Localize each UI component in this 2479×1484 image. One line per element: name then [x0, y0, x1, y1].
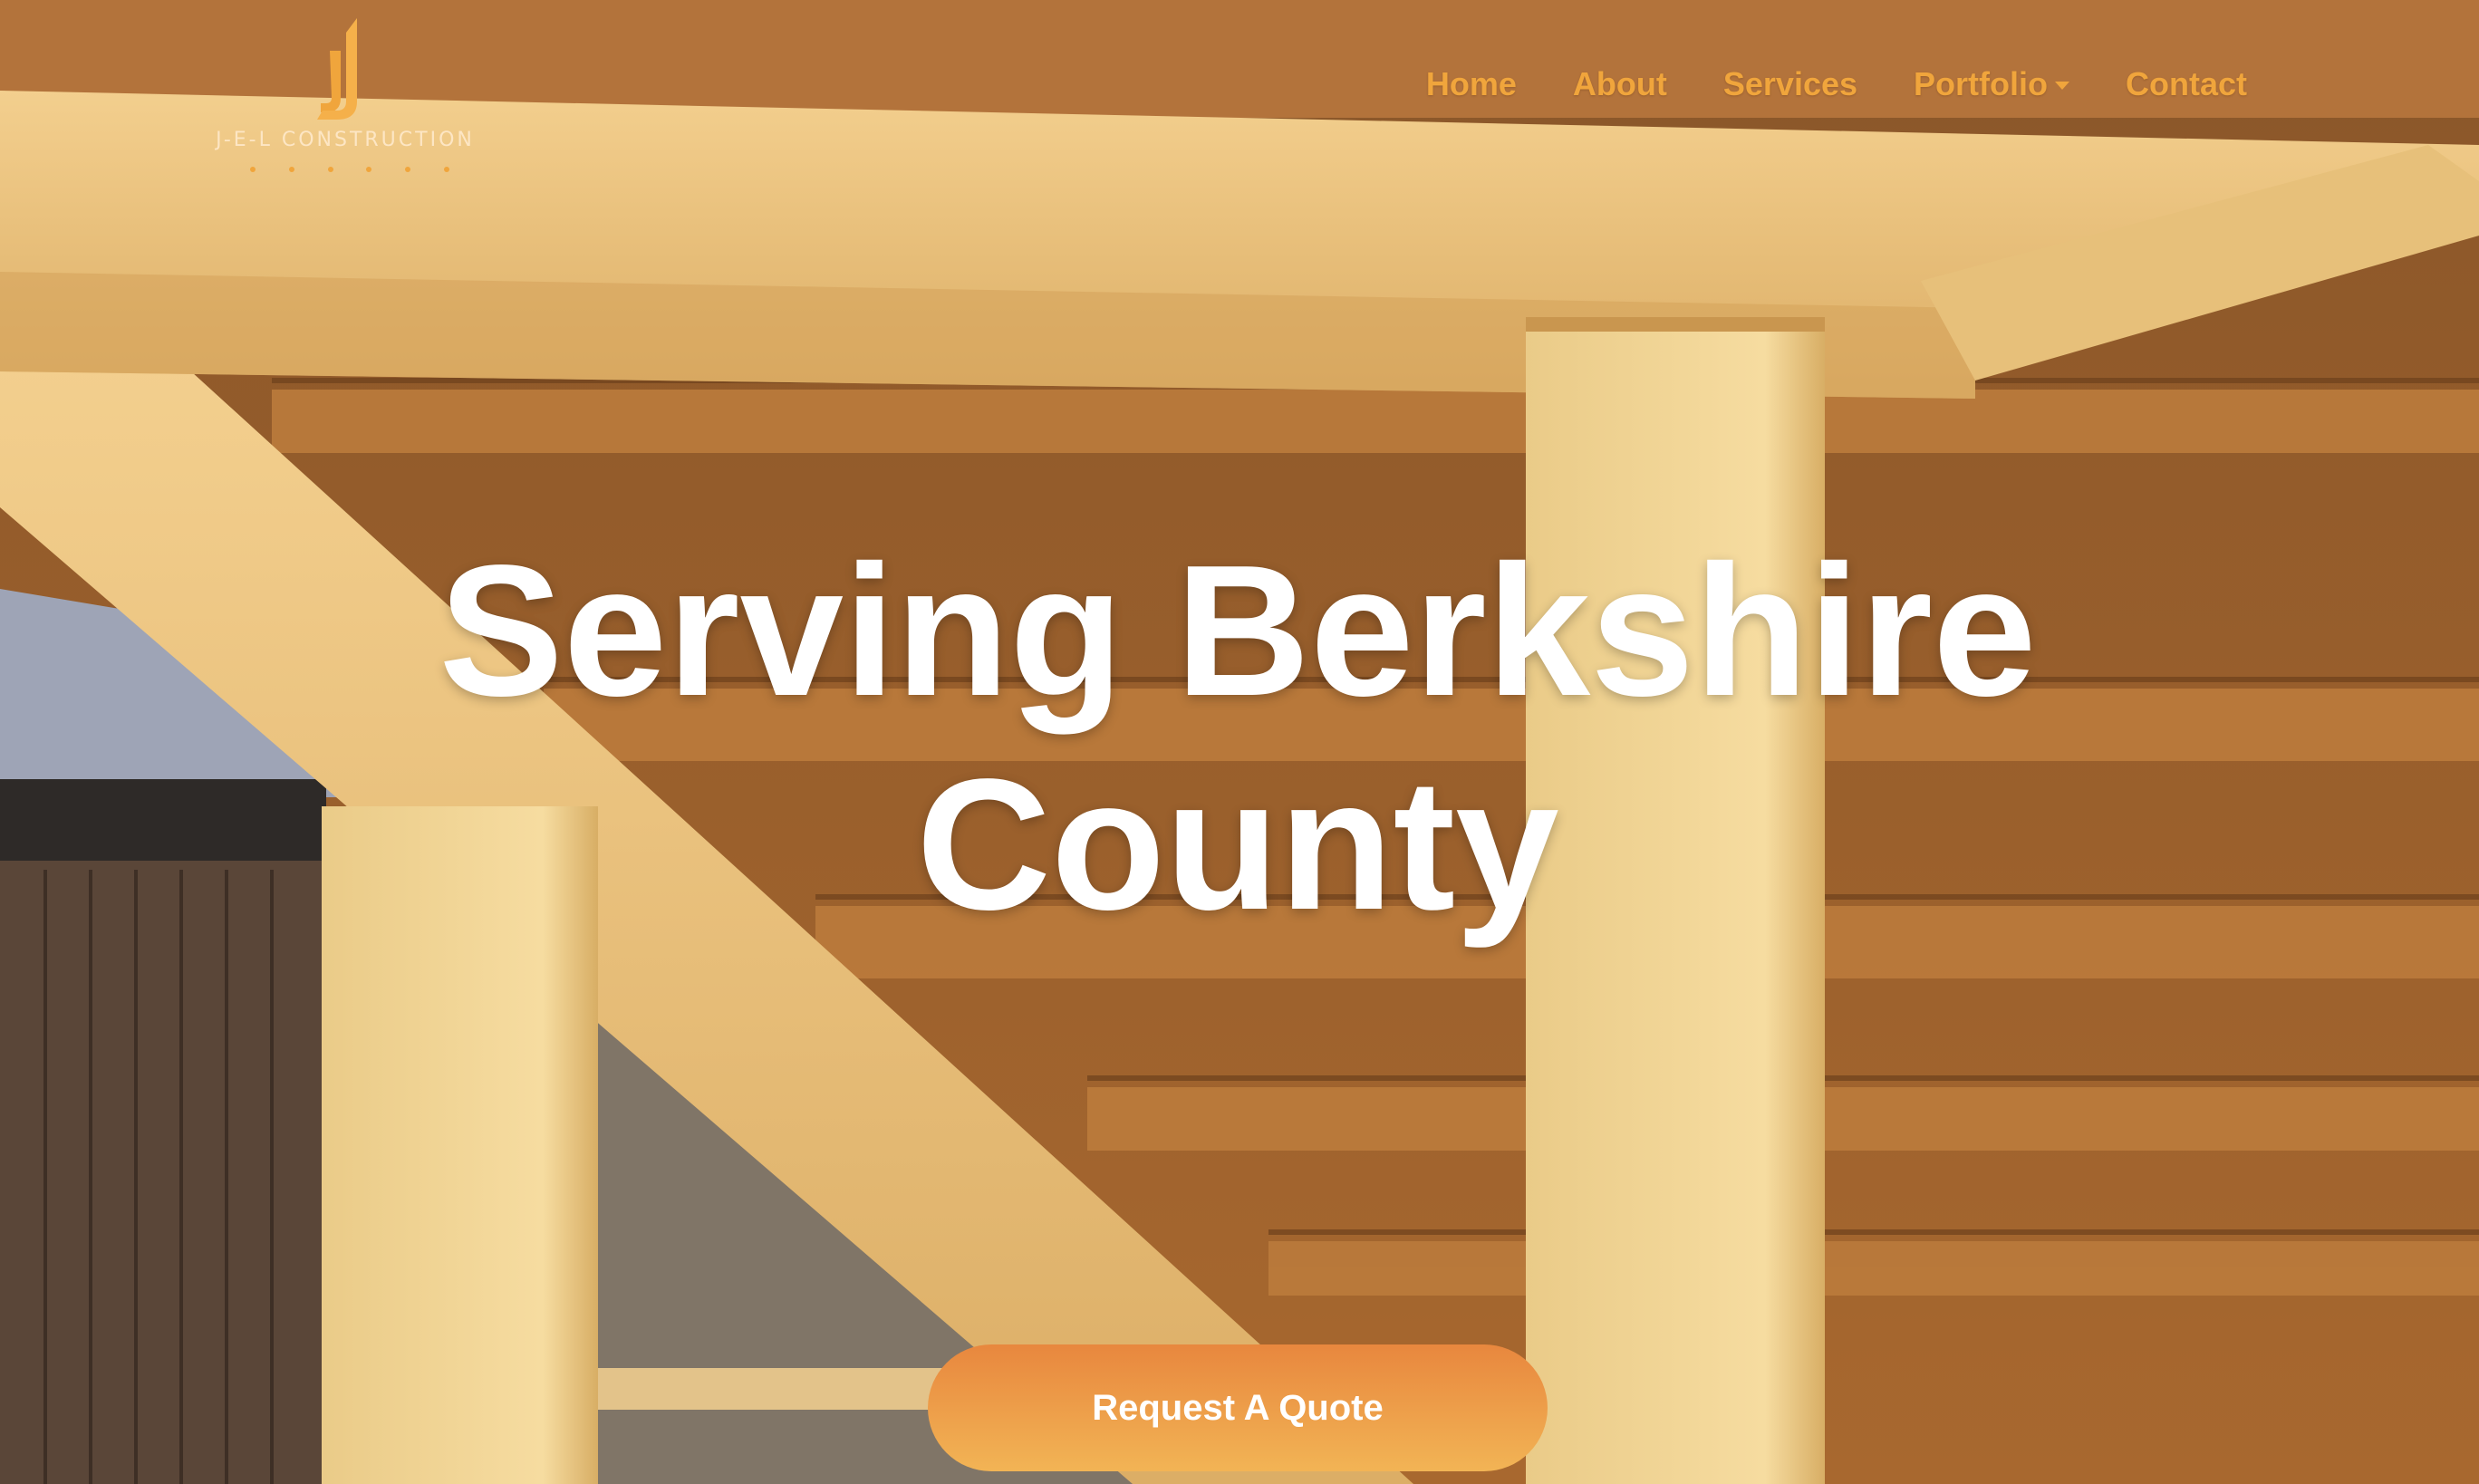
- hero-headline-line1: Serving Berkshire: [439, 526, 2037, 735]
- nav-services-link[interactable]: Services: [1723, 65, 1857, 103]
- logo-dots: [250, 167, 449, 172]
- hero-headline-line2: County: [916, 740, 1559, 949]
- request-quote-button[interactable]: Request A Quote: [928, 1344, 1548, 1471]
- nav-about-link[interactable]: About: [1573, 65, 1667, 103]
- nav-portfolio-dropdown[interactable]: Portfolio: [1914, 65, 2069, 103]
- main-navigation: Home About Services Portfolio Contact: [1426, 65, 2247, 103]
- hero-headline: Serving Berkshire County: [333, 524, 2142, 951]
- company-logo[interactable]: J-E-L CONSTRUCTION: [205, 14, 486, 172]
- logo-wordmark: J-E-L CONSTRUCTION: [216, 129, 475, 151]
- logo-mark-icon: [317, 18, 357, 120]
- hero-section: J-E-L CONSTRUCTION Home About Services P…: [0, 0, 2479, 1484]
- nav-portfolio-label: Portfolio: [1914, 65, 2048, 102]
- chevron-down-icon: [2055, 82, 2069, 90]
- nav-home-link[interactable]: Home: [1426, 65, 1517, 103]
- nav-contact-link[interactable]: Contact: [2126, 65, 2247, 103]
